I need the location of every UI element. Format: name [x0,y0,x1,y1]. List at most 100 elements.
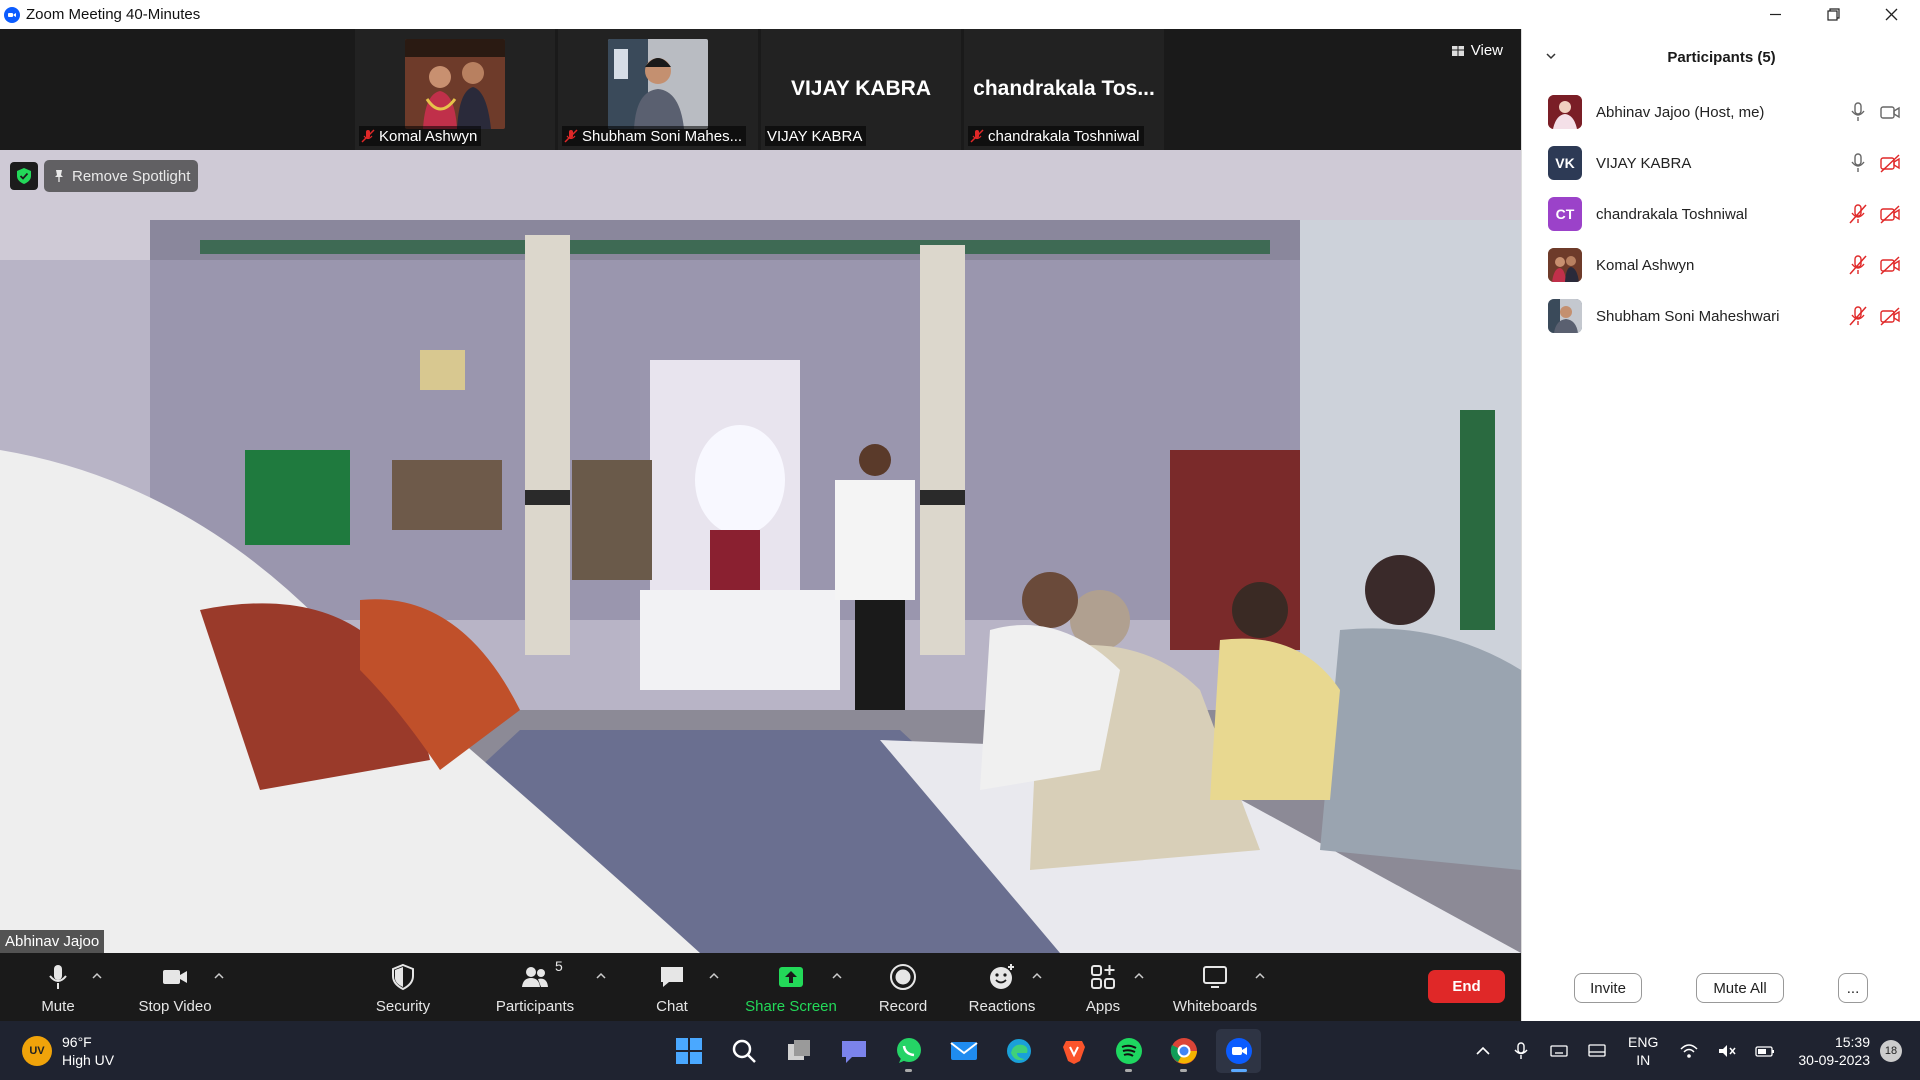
participants-icon [522,967,548,987]
video-tile[interactable]: Shubham Soni Mahes... [558,29,758,150]
battery-icon[interactable] [1755,1041,1775,1061]
participant-name: chandrakala Toshniwal [1596,205,1748,223]
remove-spotlight-button[interactable]: Remove Spotlight [44,160,199,192]
keyboard-icon[interactable] [1549,1041,1569,1061]
task-view-button[interactable] [776,1029,821,1073]
restore-button[interactable] [1804,0,1862,29]
brave-browser-button[interactable] [1051,1029,1096,1073]
notification-badge[interactable]: 18 [1880,1039,1902,1062]
participant-photo [608,39,708,129]
record-icon [890,964,916,990]
chrome-browser-button[interactable] [1161,1029,1206,1073]
participants-button[interactable]: 5 Participants [492,953,578,1021]
tile-caption: VIJAY KABRA [765,126,867,146]
microphone-tray-icon[interactable] [1511,1041,1531,1061]
mic-muted-icon[interactable] [1847,254,1869,276]
video-off-icon[interactable] [1879,152,1901,174]
apps-options-caret[interactable] [1133,969,1145,981]
chat-app-icon [841,1041,866,1063]
minimize-button[interactable] [1746,0,1804,29]
task-view-icon [787,1040,810,1060]
windows-logo-icon [675,1038,702,1064]
whatsapp-button[interactable] [886,1029,931,1073]
chrome-icon [1170,1038,1197,1064]
weather-widget[interactable]: UV 96°F High UV [22,1033,114,1069]
mute-button[interactable]: Mute [38,953,78,1021]
video-tile[interactable]: chandrakala Tos... chandrakala Toshniwal [964,29,1164,150]
microphone-icon[interactable] [1847,101,1869,123]
search-button[interactable] [721,1029,766,1073]
record-button[interactable]: Record [873,953,933,1021]
participant-row[interactable]: Abhinav Jajoo (Host, me) [1522,87,1920,137]
mail-button[interactable] [941,1029,986,1073]
view-button[interactable]: View [1451,42,1503,59]
tile-name: chandrakala Toshniwal [988,127,1140,145]
mic-muted-icon[interactable] [1847,203,1869,225]
participant-row[interactable]: Komal Ashwyn [1522,240,1920,290]
video-off-icon[interactable] [1879,305,1901,327]
avatar: VK [1548,146,1582,180]
mute-all-button[interactable]: Mute All [1696,973,1784,1003]
close-window-button[interactable] [1862,0,1920,29]
chat-button[interactable]: Chat [652,953,692,1021]
security-shield-icon [392,963,414,991]
participants-options-caret[interactable] [595,969,607,981]
more-options-button[interactable]: ... [1838,973,1868,1003]
security-button[interactable]: Security [370,953,436,1021]
stop-video-button[interactable]: Stop Video [135,953,215,1021]
participant-row[interactable]: VK VIJAY KABRA [1522,138,1920,188]
zoom-app-button[interactable] [1216,1029,1261,1073]
chevron-up-icon[interactable] [1473,1041,1493,1061]
participants-label: Participants [495,998,575,1015]
windows-taskbar: UV 96°F High UV ENG IN 15:39 30-09-2023 … [0,1021,1920,1080]
share-options-caret[interactable] [831,969,843,981]
zoom-app-icon [1225,1038,1252,1064]
wifi-icon[interactable] [1679,1041,1699,1061]
speaker-muted-icon[interactable] [1717,1041,1737,1061]
video-camera-icon [163,970,187,984]
tile-name: Komal Ashwyn [379,127,478,145]
chevron-down-icon[interactable] [1544,49,1558,63]
microphone-icon[interactable] [1847,152,1869,174]
audio-options-caret[interactable] [91,969,103,981]
whiteboards-button[interactable]: Whiteboards [1170,953,1260,1021]
record-label: Record [878,998,928,1015]
avatar [1548,248,1582,282]
whiteboards-options-caret[interactable] [1254,969,1266,981]
mic-muted-icon[interactable] [1847,305,1869,327]
language-indicator[interactable]: ENG IN [1628,1033,1658,1069]
participant-row[interactable]: Shubham Soni Maheshwari [1522,291,1920,341]
video-camera-icon[interactable] [1879,101,1901,123]
video-options-caret[interactable] [213,969,225,981]
share-screen-label: Share Screen [745,998,837,1015]
start-button[interactable] [666,1029,711,1073]
participant-name: Komal Ashwyn [1596,256,1695,274]
chat-bubble-icon [661,967,683,987]
video-tile[interactable]: VIJAY KABRA VIJAY KABRA [761,29,961,150]
video-off-icon[interactable] [1879,254,1901,276]
invite-button[interactable]: Invite [1574,973,1642,1003]
reactions-button[interactable]: Reactions [966,953,1038,1021]
edge-browser-button[interactable] [996,1029,1041,1073]
end-meeting-button[interactable]: End [1428,970,1505,1003]
clock[interactable]: 15:39 30-09-2023 [1798,1033,1870,1069]
display-icon[interactable] [1587,1041,1607,1061]
video-tile[interactable]: Komal Ashwyn [355,29,555,150]
spotlight-video: Remove Spotlight Abhinav Jajoo [0,150,1521,953]
teams-chat-button[interactable] [831,1029,876,1073]
tile-name: VIJAY KABRA [767,127,863,145]
apps-button[interactable]: Apps [1082,953,1124,1021]
share-screen-button[interactable]: Share Screen [745,953,837,1021]
participant-row[interactable]: CT chandrakala Toshniwal [1522,189,1920,239]
spotify-button[interactable] [1106,1029,1151,1073]
mic-muted-icon [970,129,984,143]
chat-options-caret[interactable] [708,969,720,981]
stop-video-label: Stop Video [138,998,212,1015]
participants-count-badge: 5 [555,958,563,974]
video-off-icon[interactable] [1879,203,1901,225]
whiteboards-label: Whiteboards [1172,998,1258,1015]
encryption-shield-icon[interactable] [10,162,38,190]
participant-name: Shubham Soni Maheshwari [1596,307,1780,325]
reactions-options-caret[interactable] [1031,969,1043,981]
participants-header: Participants (5) [1522,29,1920,85]
